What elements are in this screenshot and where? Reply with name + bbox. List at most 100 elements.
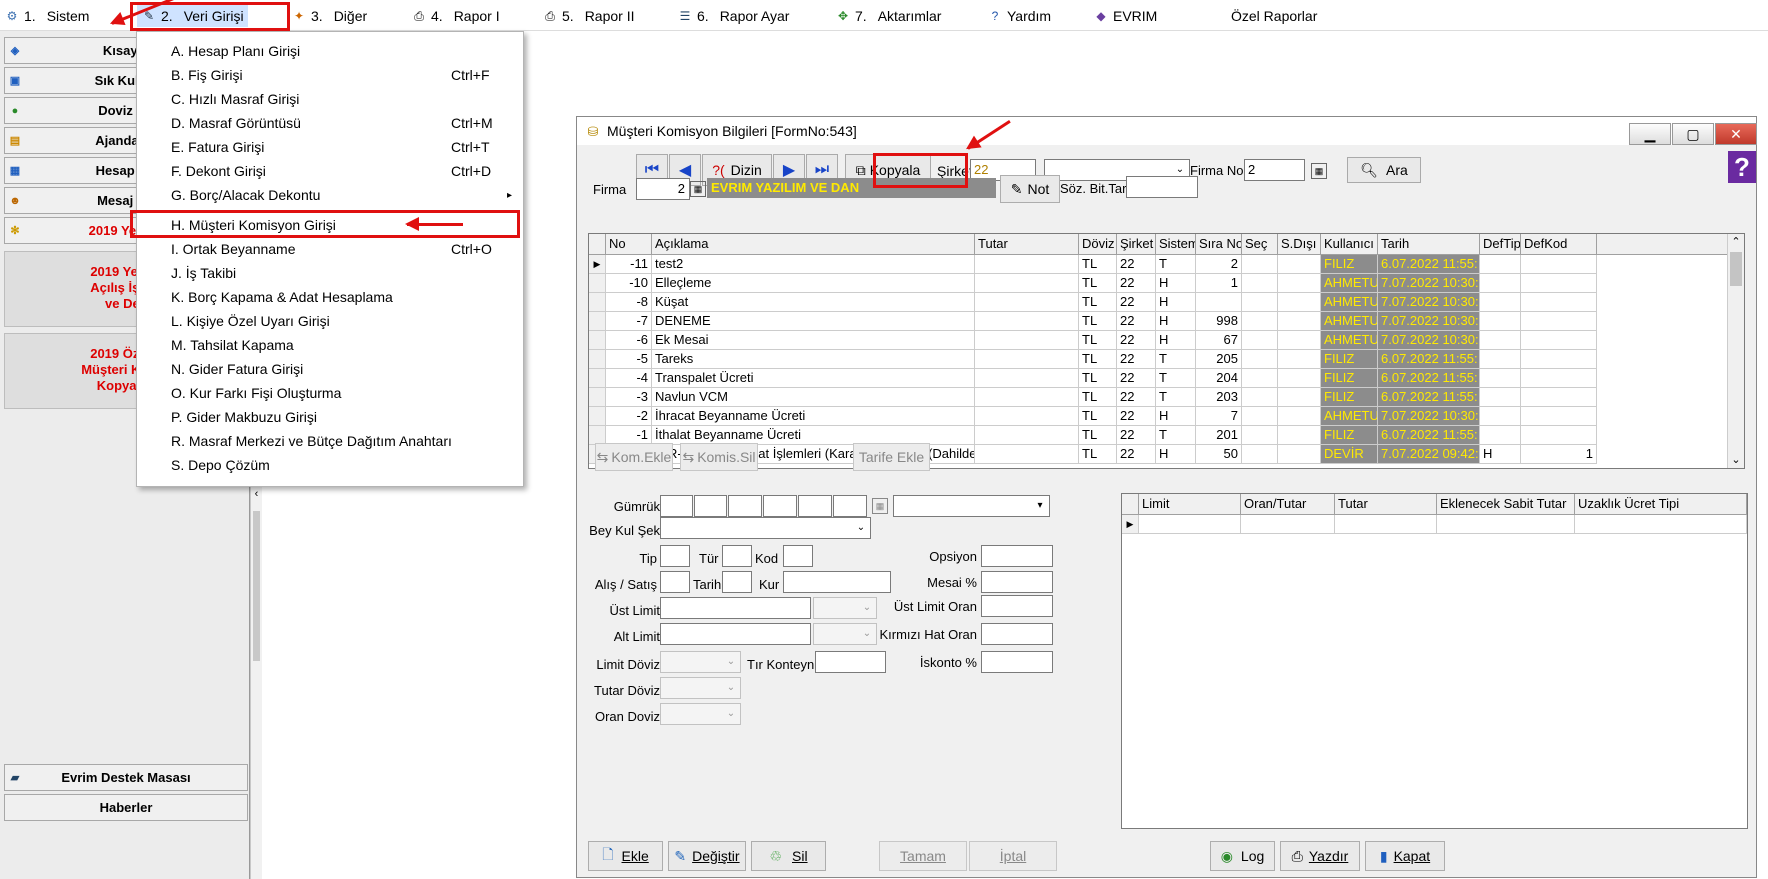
tip-input[interactable] <box>660 545 690 567</box>
alis-satis-input[interactable] <box>660 571 690 593</box>
menu-sistem[interactable]: ⚙ 1. Sistem <box>4 4 90 27</box>
gumruk-input-6[interactable] <box>833 495 867 517</box>
limit-doviz-select[interactable]: ⌄ <box>660 651 741 673</box>
table-row[interactable]: 1İHR-1-Kesin İhracat İşlemleri (Kara Güm… <box>589 445 1729 464</box>
grid-column-header[interactable]: DefTip <box>1480 234 1521 255</box>
menu-yardim[interactable]: ? Yardım <box>987 4 1051 27</box>
maximize-button[interactable]: ▢ <box>1672 123 1714 145</box>
table-row[interactable]: -8 Küşat TL 22 H AHMETU 7.07.2022 10:30: <box>589 293 1729 312</box>
limit-grid-column-header[interactable]: Oran/Tutar <box>1241 494 1335 515</box>
dropdown-item[interactable]: K. Borç Kapama & Adat Hesaplama <box>139 286 521 309</box>
menu-rapor-2[interactable]: ⎙ 5. Rapor II <box>542 4 634 27</box>
dropdown-item[interactable]: E. Fatura Girişi Ctrl+T <box>139 136 521 159</box>
grid-column-header[interactable]: Sıra No <box>1196 234 1242 255</box>
tur-input[interactable] <box>722 545 752 567</box>
table-row[interactable]: -4 Transpalet Ücreti TL 22 T 204 FILIZ 6.07.202… <box>589 369 1729 388</box>
oran-doviz-select[interactable]: ⌄ <box>660 703 741 725</box>
chevron-up-icon[interactable]: ⌃ <box>1728 234 1744 250</box>
ust-limit-input[interactable] <box>660 597 811 619</box>
dropdown-item[interactable]: O. Kur Farkı Fişi Oluşturma <box>139 382 521 405</box>
dropdown-item[interactable]: B. Fiş Girişi Ctrl+F <box>139 64 521 87</box>
sil-button[interactable]: ♲ Sil <box>751 841 826 871</box>
tutar-doviz-select[interactable]: ⌄ <box>660 677 741 699</box>
grid-column-header[interactable]: Sistem <box>1156 234 1196 255</box>
gumruk-input-2[interactable] <box>694 495 727 517</box>
grid-scrollbar[interactable]: ⌃ ⌄ <box>1727 234 1744 468</box>
kirmizi-hat-oran-input[interactable] <box>981 623 1053 645</box>
lp-destek-masasi[interactable]: ▰ Evrim Destek Masası <box>4 764 248 791</box>
table-row[interactable]: -1 İthalat Beyanname Ücreti TL 22 T 201 FILIZ 6… <box>589 426 1729 445</box>
dropdown-item[interactable]: I. Ortak Beyanname Ctrl+O <box>139 238 521 261</box>
help-icon[interactable]: ? <box>1728 151 1756 183</box>
yazdir-button[interactable]: ⎙ Yazdır <box>1280 841 1360 871</box>
grid-column-header[interactable]: DefKod <box>1521 234 1597 255</box>
kod-input[interactable] <box>783 545 813 567</box>
menu-diger[interactable]: ✦ 3. Diğer <box>291 4 367 27</box>
limit-grid-column-header[interactable]: Limit <box>1139 494 1241 515</box>
tarih-input[interactable] <box>722 571 752 593</box>
dropdown-item[interactable]: J. İş Takibi <box>139 262 521 285</box>
grid-column-header[interactable]: Şirket <box>1117 234 1156 255</box>
dropdown-item[interactable]: A. Hesap Planı Girişi <box>139 40 521 63</box>
not-button[interactable]: ✎ Not <box>1000 175 1060 203</box>
grid-column-header[interactable]: Tutar <box>975 234 1079 255</box>
menu-rapor-ayar[interactable]: ☰ 6. Rapor Ayar <box>677 4 790 27</box>
minimize-button[interactable]: ▁ <box>1629 123 1671 145</box>
iskonto-input[interactable] <box>981 651 1053 673</box>
gumruk-input-5[interactable] <box>798 495 832 517</box>
menu-rapor-1[interactable]: ⎙ 4. Rapor I <box>411 4 499 27</box>
table-row[interactable]: -2 İhracat Beyanname Ücreti TL 22 H 7 AHMETU 7.… <box>589 407 1729 426</box>
grid-column-header[interactable]: Kullanıcı <box>1321 234 1378 255</box>
table-row[interactable]: ▶ -11 test2 TL 22 T 2 FILIZ 6.07.2022 11:55: <box>589 255 1729 274</box>
firma-no-input[interactable]: 2 <box>1244 159 1305 181</box>
table-row[interactable]: -3 Navlun VCM TL 22 T 203 FILIZ 6.07.2022 11:55… <box>589 388 1729 407</box>
alt-limit-input[interactable] <box>660 623 811 645</box>
soz-bit-tar-input[interactable] <box>1126 176 1198 198</box>
dropdown-item[interactable]: C. Hızlı Masraf Girişi <box>139 88 521 111</box>
gumruk-input-3[interactable] <box>728 495 762 517</box>
iptal-button[interactable]: İptal <box>969 841 1057 871</box>
table-row[interactable]: -10 Elleçleme TL 22 H 1 AHMETU 7.07.2022 10:30: <box>589 274 1729 293</box>
gumruk-input-1[interactable] <box>660 495 693 517</box>
close-button[interactable]: ✕ <box>1715 123 1757 145</box>
commission-grid[interactable]: No Açıklama Tutar Döviz Şirket Sistem Sıra No S… <box>588 233 1745 469</box>
kur-input[interactable] <box>783 571 891 593</box>
bey-kul-sek-select[interactable]: ⌄ <box>660 517 871 539</box>
dropdown-item[interactable]: L. Kişiye Özel Uyarı Girişi <box>139 310 521 333</box>
table-row[interactable]: -7 DENEME TL 22 H 998 AHMETU 7.07.2022 10:30: <box>589 312 1729 331</box>
dropdown-item[interactable]: D. Masraf Görüntüsü Ctrl+M <box>139 112 521 135</box>
table-row[interactable]: -5 Tareks TL 22 T 205 FILIZ 6.07.2022 11:55: <box>589 350 1729 369</box>
dropdown-item[interactable]: R. Masraf Merkezi ve Bütçe Dağıtım Anaht… <box>139 430 521 453</box>
kom-ekle-button[interactable]: ⇆ Kom.Ekle <box>595 443 673 471</box>
grid-column-header[interactable]: S.Dışı <box>1278 234 1321 255</box>
dropdown-item[interactable]: P. Gider Makbuzu Girişi <box>139 406 521 429</box>
dropdown-item[interactable]: N. Gider Fatura Girişi <box>139 358 521 381</box>
gumruk-select[interactable]: ▾ <box>893 495 1050 517</box>
calendar-icon[interactable]: ▦ <box>690 181 706 197</box>
grid-column-header[interactable]: No <box>606 234 652 255</box>
opsiyon-input[interactable] <box>981 545 1053 567</box>
tamam-button[interactable]: Tamam <box>879 841 967 871</box>
table-row[interactable]: -6 Ek Mesai TL 22 H 67 AHMETU 7.07.2022 10:30: <box>589 331 1729 350</box>
degistir-button[interactable]: ✎ Değiştir <box>668 841 746 871</box>
ust-limit-oran-input[interactable] <box>981 595 1053 617</box>
scroll-thumb[interactable] <box>1730 252 1742 286</box>
table-row[interactable]: ▶ <box>1122 515 1747 534</box>
grid-column-header[interactable]: Açıklama <box>652 234 975 255</box>
limit-grid-column-header[interactable]: Tutar <box>1335 494 1437 515</box>
grid-column-header[interactable]: Döviz <box>1079 234 1117 255</box>
tir-konteyni-input[interactable] <box>815 651 886 673</box>
chevron-left-icon[interactable]: ‹ <box>251 487 262 501</box>
firma-input[interactable]: 2 <box>636 178 690 200</box>
menu-evrim[interactable]: ◆ EVRIM <box>1093 4 1157 27</box>
limit-grid-column-header[interactable]: Eklenecek Sabit Tutar <box>1437 494 1575 515</box>
kapat-button[interactable]: ▮ Kapat <box>1365 841 1445 871</box>
grid-column-header[interactable]: Tarih <box>1378 234 1480 255</box>
dropdown-item[interactable]: M. Tahsilat Kapama <box>139 334 521 357</box>
grid-column-header[interactable]: Seç <box>1242 234 1278 255</box>
gumruk-input-4[interactable] <box>763 495 797 517</box>
limit-grid[interactable]: Limit Oran/Tutar Tutar Eklenecek Sabit Tuta… <box>1121 493 1748 829</box>
calendar-icon[interactable]: ▦ <box>1311 163 1327 179</box>
limit-grid-column-header[interactable]: Uzaklık Ücret Tipi <box>1575 494 1747 515</box>
ekle-button[interactable]: 🗋 Ekle <box>588 841 663 871</box>
